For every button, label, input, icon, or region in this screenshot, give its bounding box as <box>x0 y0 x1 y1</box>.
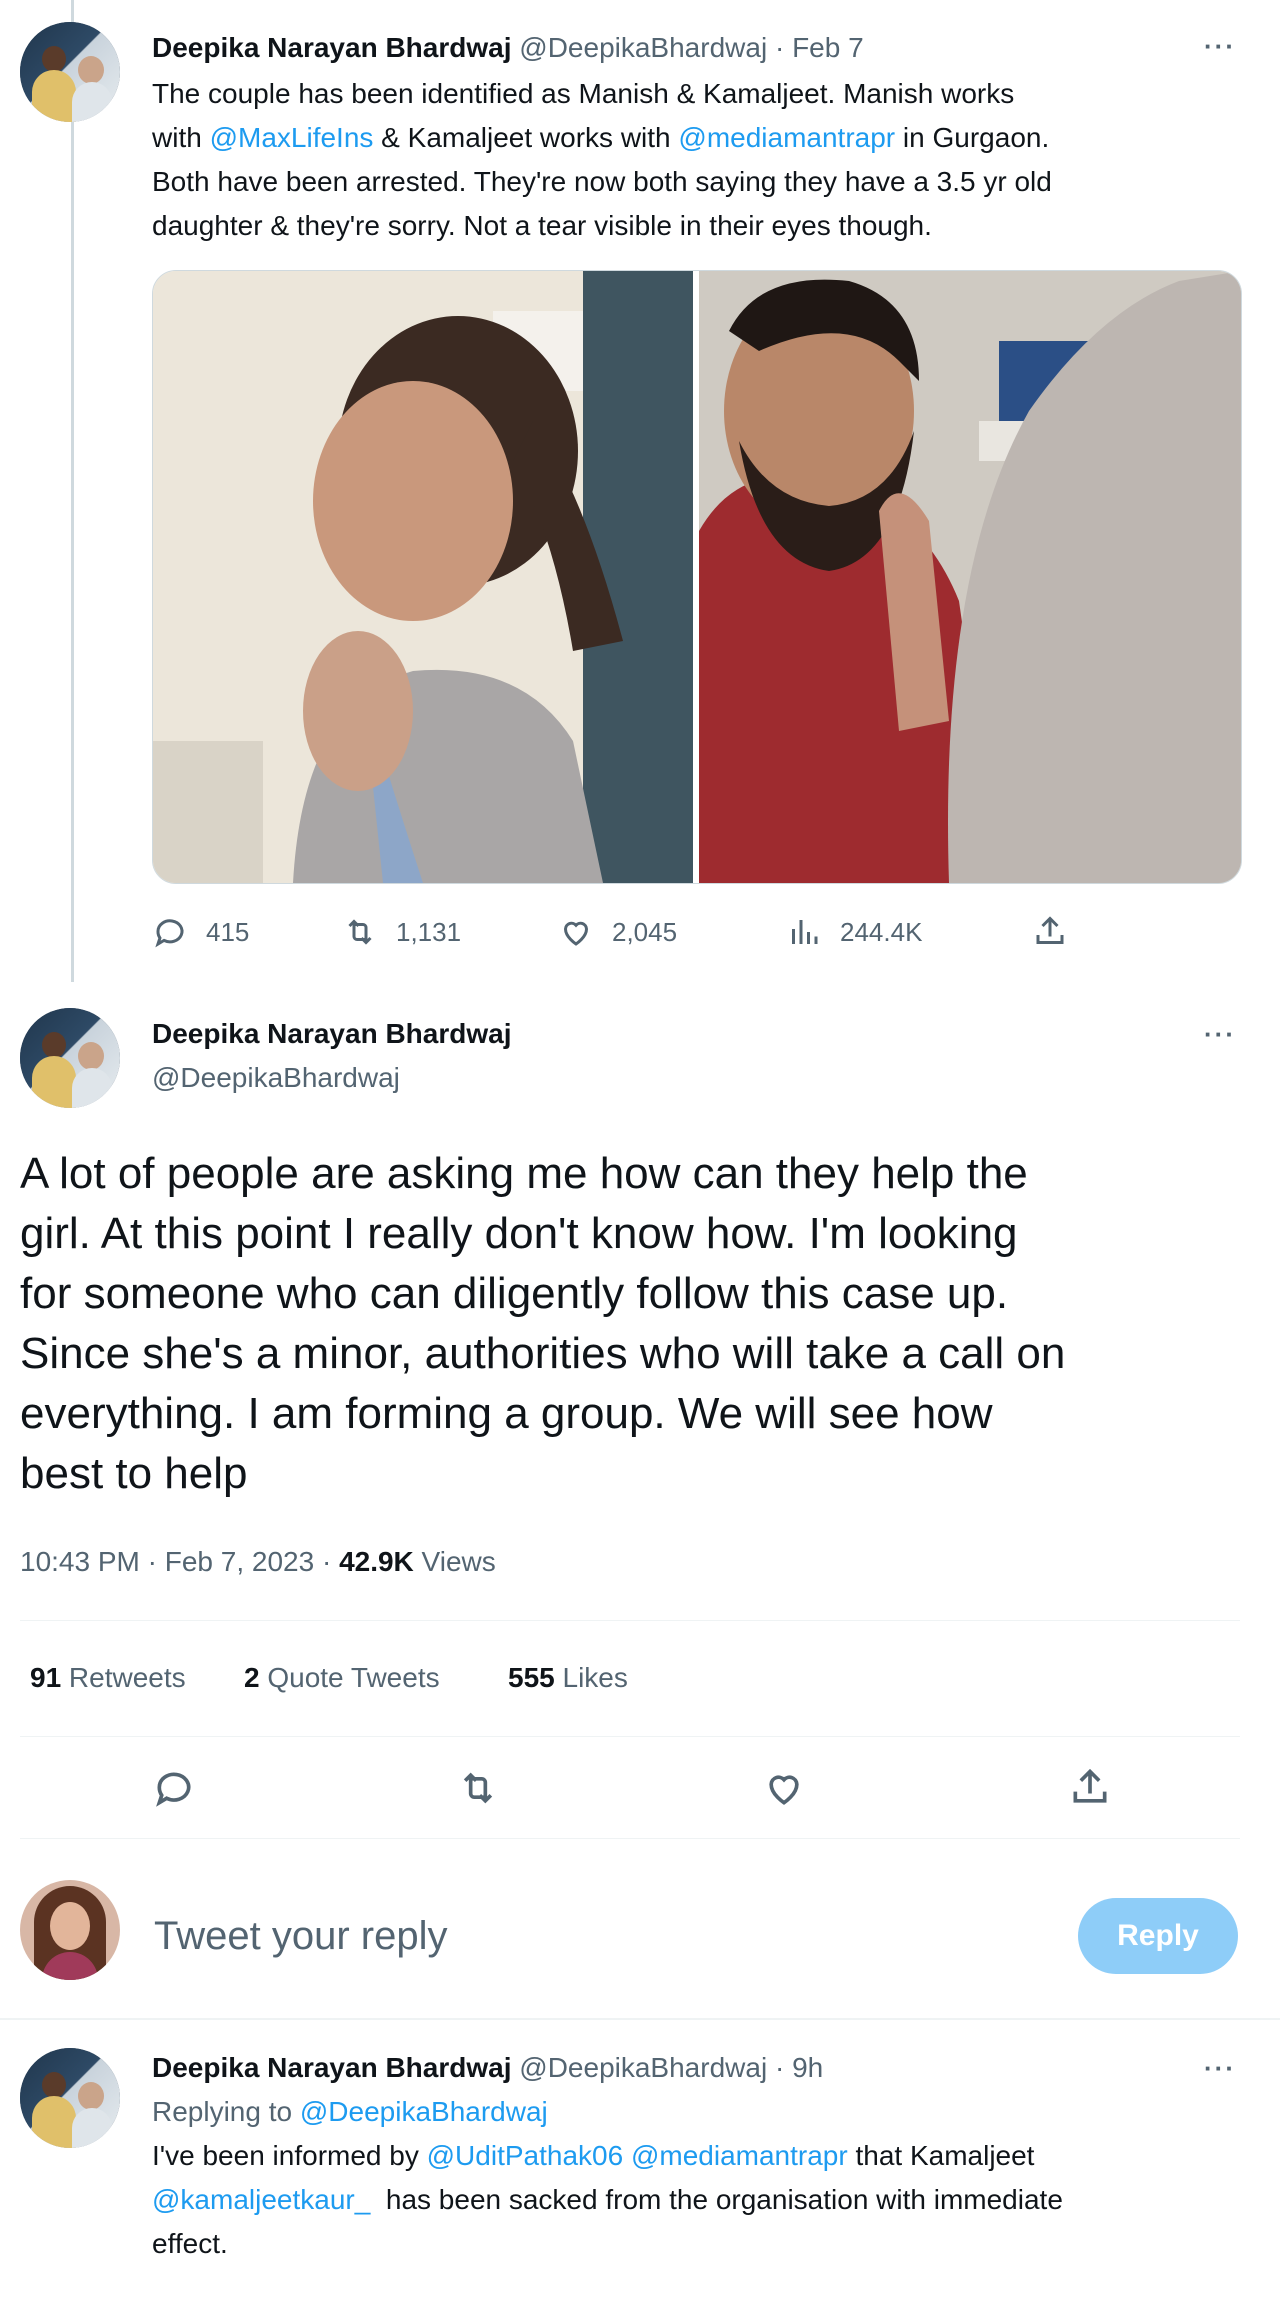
author-avatar[interactable] <box>20 1008 120 1108</box>
separator-dot: · <box>774 32 785 63</box>
mention-link[interactable]: @mediamantrapr <box>631 2140 848 2171</box>
media-photo-woman[interactable] <box>153 271 693 883</box>
divider <box>20 1620 1240 1621</box>
tweet-time[interactable]: 9h <box>792 2052 823 2083</box>
replying-to: Replying to @DeepikaBhardwaj <box>152 2096 548 2127</box>
reply-button[interactable] <box>152 1766 196 1815</box>
view-count: 244.4K <box>840 916 923 947</box>
reply-composer-input[interactable]: Tweet your reply <box>154 1908 447 1964</box>
more-options-icon[interactable]: ··· <box>1204 1021 1236 1047</box>
share-button[interactable] <box>1068 1766 1112 1815</box>
like-button[interactable] <box>762 1766 806 1815</box>
separator-dot: · <box>774 2052 785 2083</box>
tweet-time[interactable]: Feb 7 <box>792 32 864 63</box>
share-icon <box>1073 1768 1107 1803</box>
like-action[interactable]: 2,045 <box>558 914 677 950</box>
views-action[interactable]: 244.4K <box>786 914 922 950</box>
reply-count: 415 <box>206 916 250 947</box>
media-photo-man[interactable] <box>699 271 1241 883</box>
tweet3-text: I've been informed by @UditPathak06 @med… <box>152 2140 1063 2259</box>
share-icon <box>1036 916 1064 944</box>
author-name[interactable]: Deepika Narayan Bhardwaj <box>152 32 512 63</box>
thread-connector-line <box>71 0 74 982</box>
retweet-action[interactable]: 1,131 <box>342 914 461 950</box>
tweet-timestamp: 10:43 PM · Feb 7, 2023 · 42.9K Views <box>20 1546 496 1577</box>
more-options-icon[interactable]: ··· <box>1204 2055 1236 2081</box>
tweet3-header: Deepika Narayan Bhardwaj @DeepikaBhardwa… <box>152 2046 823 2090</box>
divider <box>20 1736 1240 1737</box>
share-action[interactable] <box>1032 914 1086 950</box>
likes-stat[interactable]: 555 Likes <box>508 1658 628 1698</box>
author-handle[interactable]: @DeepikaBhardwaj <box>519 2052 767 2083</box>
tweet-media[interactable] <box>152 270 1242 884</box>
reply-icon <box>156 1772 191 1807</box>
mention-link[interactable]: @UditPathak06 <box>427 2140 624 2171</box>
mention-link[interactable]: @MaxLifeIns <box>210 122 374 153</box>
author-avatar[interactable] <box>20 22 120 122</box>
mention-link[interactable]: @mediamantrapr <box>678 122 895 153</box>
retweet-count: 1,131 <box>396 916 462 947</box>
author-avatar[interactable] <box>20 2048 120 2148</box>
divider <box>20 1838 1240 1839</box>
heart-icon <box>769 1775 799 1805</box>
main-tweet-text: A lot of people are asking me how can th… <box>20 1149 1066 1498</box>
author-name[interactable]: Deepika Narayan Bhardwaj <box>152 1012 512 1056</box>
author-name[interactable]: Deepika Narayan Bhardwaj <box>152 2052 512 2083</box>
retweet-icon <box>348 919 372 945</box>
retweet-icon <box>463 1772 493 1804</box>
quote-tweets-stat[interactable]: 2 Quote Tweets <box>244 1658 440 1698</box>
author-handle[interactable]: @DeepikaBhardwaj <box>152 1056 400 1100</box>
reply-action[interactable]: 415 <box>152 914 249 950</box>
reply-icon <box>155 919 184 948</box>
tweet1-header: Deepika Narayan Bhardwaj @DeepikaBhardwa… <box>152 26 864 70</box>
mention-link[interactable]: @kamaljeetkaur_ <box>152 2184 370 2215</box>
analytics-icon <box>792 920 818 944</box>
like-count: 2,045 <box>612 916 678 947</box>
retweet-button[interactable] <box>456 1766 500 1815</box>
heart-icon <box>563 921 589 946</box>
retweets-stat[interactable]: 91 Retweets <box>30 1658 186 1698</box>
author-handle[interactable]: @DeepikaBhardwaj <box>519 32 767 63</box>
mention-link[interactable]: @DeepikaBhardwaj <box>300 2096 548 2127</box>
tweet1-text: The couple has been identified as Manish… <box>152 78 1052 241</box>
more-options-icon[interactable]: ··· <box>1204 33 1236 59</box>
user-avatar[interactable] <box>20 1880 120 1980</box>
reply-submit-button[interactable]: Reply <box>1078 1898 1238 1974</box>
divider <box>0 2018 1280 2020</box>
